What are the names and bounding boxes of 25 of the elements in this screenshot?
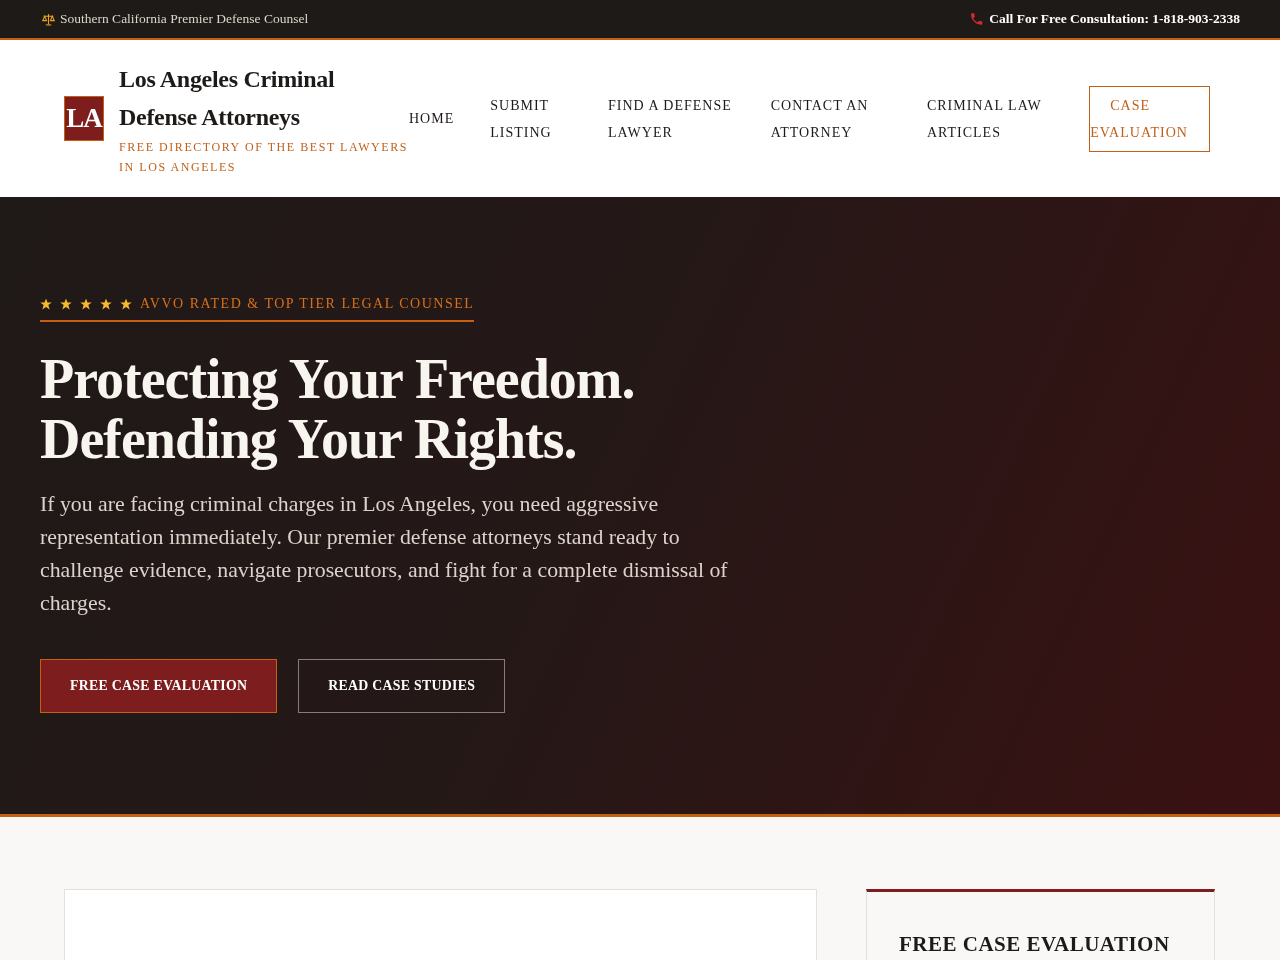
phone-icon [971, 13, 984, 25]
nav-link[interactable]: FIND A DEFENSE LAWYER [608, 91, 735, 146]
site-subtitle: FREE DIRECTORY OF THE BEST LAWYERS IN LOS ANGELES [119, 139, 409, 176]
hero-headline: Protecting Your Freedom. [40, 349, 635, 409]
nav-link[interactable]: CONTACT AN ATTORNEY [770, 91, 891, 146]
phone-number[interactable]: Call For Free Consultation: 1-818-903-2338 [989, 11, 1240, 27]
star-icon [100, 298, 112, 310]
nav-link[interactable]: HOME [409, 105, 455, 132]
hero-intro: If you are facing criminal charges in Los Angeles, you need aggressive representation immediately. Our premier defense attorneys stand ready to challenge evidence, navigate prosecutors, and fight for a complete dismissal of charges. [40, 491, 729, 617]
hero-headline: Defending Your Rights. [40, 409, 577, 469]
panel-title: FREE CASE EVALUATION [899, 932, 1171, 956]
site-title[interactable]: Los Angeles Criminal Defense Attorneys [119, 60, 349, 136]
scales-icon [42, 12, 55, 26]
case-evaluation-link[interactable]: CASE EVALUATION [1089, 85, 1210, 152]
star-icon [60, 298, 72, 310]
star-icon [80, 298, 92, 310]
tagline: Southern California Premier Defense Counsel [60, 11, 309, 27]
star-icon [120, 298, 132, 310]
nav-link[interactable]: CRIMINAL LAW ARTICLES [926, 91, 1054, 146]
logo[interactable]: LA [64, 96, 104, 141]
star-icon [40, 298, 52, 310]
case-studies-button[interactable]: READ CASE STUDIES [298, 659, 506, 713]
nav-link[interactable]: SUBMIT LISTING [490, 91, 573, 146]
free-evaluation-button[interactable]: FREE CASE EVALUATION [40, 659, 278, 713]
badge-text: AVVO RATED & TOP TIER LEGAL COUNSEL [140, 295, 475, 313]
